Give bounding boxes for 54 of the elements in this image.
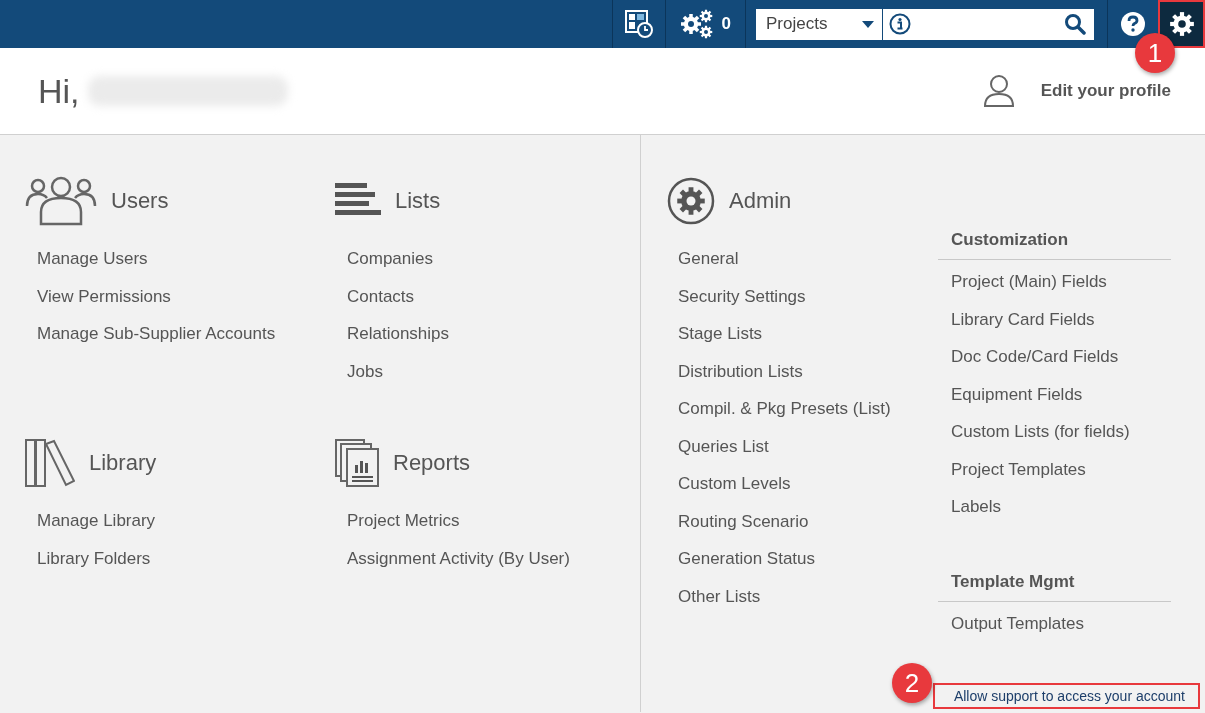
report-icon [335, 439, 379, 487]
help-icon [1120, 11, 1146, 37]
section-title: Reports [393, 450, 471, 476]
menu-link[interactable]: Queries List [678, 427, 938, 465]
menu-link[interactable]: Project (Main) Fields [951, 263, 1171, 301]
greeting: Hi, [38, 71, 80, 111]
search-field[interactable] [882, 8, 1094, 40]
menu-link[interactable]: Doc Code/Card Fields [951, 338, 1171, 376]
menu-link[interactable]: Routing Scenario [678, 502, 938, 540]
section-title: Library [89, 450, 157, 476]
edit-profile-link[interactable]: Edit your profile [982, 74, 1171, 108]
search-scope-dropdown[interactable]: Projects [756, 8, 882, 40]
callout-tooltip: 2 [892, 663, 932, 703]
menu-link[interactable]: Manage Users [37, 240, 335, 278]
menu-link[interactable]: Manage Library [37, 502, 335, 540]
menu-link[interactable]: Project Metrics [347, 502, 635, 540]
menu-link[interactable]: Companies [347, 240, 635, 278]
group-heading: Customization [938, 228, 1171, 260]
menu-link[interactable]: Library Card Fields [951, 300, 1171, 338]
menu-link[interactable]: Relationships [347, 315, 635, 353]
menu-link[interactable]: Library Folders [37, 539, 335, 577]
menu-link[interactable]: Project Templates [951, 450, 1171, 488]
notification-count: 0 [721, 14, 731, 34]
menu-link[interactable]: Compil. & Pkg Presets (List) [678, 390, 938, 428]
section-title: Lists [395, 188, 441, 214]
menu-link[interactable]: Equipment Fields [951, 375, 1171, 413]
menu-link[interactable]: Generation Status [678, 540, 938, 578]
search-icon[interactable] [1064, 13, 1086, 35]
menu-link[interactable]: Jobs [347, 352, 635, 390]
gear-icon [667, 177, 715, 225]
menu-link[interactable]: Contacts [347, 277, 635, 315]
users-icon [25, 176, 97, 226]
section-title: Admin [729, 188, 792, 214]
menu-link[interactable]: Distribution Lists [678, 352, 938, 390]
section-title: Users [111, 188, 169, 214]
menu-link[interactable]: Output Templates [951, 604, 1171, 642]
menu-link[interactable]: Stage Lists [678, 315, 938, 353]
books-icon [25, 438, 75, 488]
menu-link[interactable]: Custom Lists (for fields) [951, 413, 1171, 451]
menu-link[interactable]: Security Settings [678, 277, 938, 315]
group-heading: Template Mgmt [938, 569, 1171, 602]
caret-icon [862, 20, 874, 28]
menu-link[interactable]: Labels [951, 488, 1171, 526]
info-icon [889, 13, 911, 35]
menu-link[interactable]: Custom Levels [678, 465, 938, 503]
gears-icon[interactable] [679, 9, 714, 39]
menu-link[interactable]: Assignment Activity (By User) [347, 539, 635, 577]
person-icon [982, 74, 1015, 108]
menu-link[interactable]: Other Lists [678, 577, 938, 615]
menu-link[interactable]: View Permissions [37, 277, 335, 315]
settings-icon [1169, 11, 1195, 37]
support-access-link[interactable]: Allow support to access your account [934, 685, 1198, 707]
menu-link[interactable]: General [678, 240, 938, 278]
menu-link[interactable]: Manage Sub-Supplier Accounts [37, 315, 335, 353]
